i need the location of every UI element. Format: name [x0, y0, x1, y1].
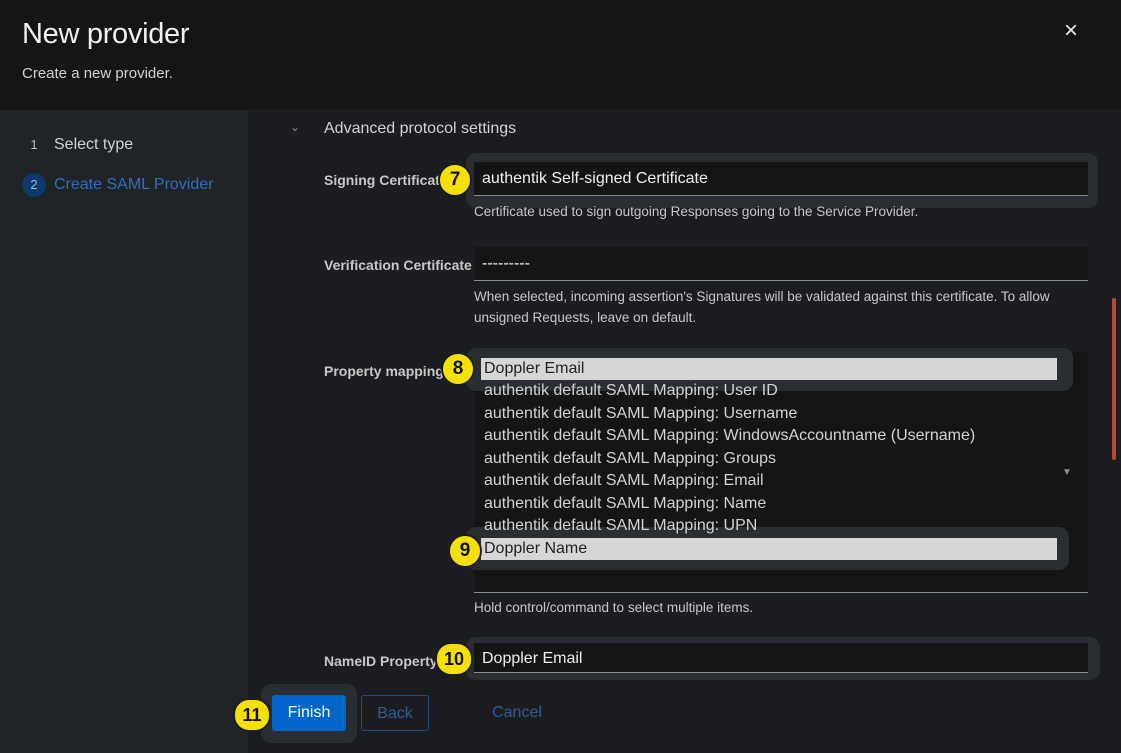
modal-title: New provider	[22, 18, 190, 50]
option-name[interactable]: authentik default SAML Mapping: Name	[484, 495, 766, 513]
nameid-property-label: NameID Property	[324, 653, 438, 669]
option-doppler-name[interactable]: Doppler Name	[481, 538, 1057, 560]
verification-certificate-helper: When selected, incoming assertion's Sign…	[474, 289, 1050, 325]
caret-down-icon: ▼	[1062, 467, 1072, 478]
step-label: Create SAML Provider	[54, 176, 214, 193]
step-label: Select type	[54, 136, 134, 153]
verification-certificate-label: Verification Certificate	[324, 257, 472, 273]
step-number: 1	[30, 137, 38, 152]
close-icon[interactable]: ×	[1058, 18, 1084, 44]
scrollbar[interactable]	[1112, 298, 1116, 460]
back-button[interactable]: Back	[361, 695, 429, 731]
option-doppler-email[interactable]: Doppler Email	[481, 358, 1057, 380]
callout-badge-7: 7	[438, 163, 472, 197]
section-title: Advanced protocol settings	[324, 120, 517, 137]
signing-certificate-helper: Certificate used to sign outgoing Respon…	[474, 204, 919, 219]
callout-badge-11: 11	[233, 698, 271, 732]
cancel-button[interactable]: Cancel	[482, 695, 552, 731]
wizard-step-create-saml-provider[interactable]: 2 Create SAML Provider	[22, 173, 213, 197]
option-username[interactable]: authentik default SAML Mapping: Username	[484, 405, 797, 423]
verification-certificate-select[interactable]: ---------	[474, 247, 1088, 281]
option-upn[interactable]: authentik default SAML Mapping: UPN	[484, 517, 757, 535]
finish-button[interactable]: Finish	[272, 695, 346, 731]
modal-subtitle: Create a new provider.	[22, 65, 173, 82]
wizard-nav	[0, 110, 248, 753]
step-number: 2	[22, 173, 46, 197]
modal-header: New provider Create a new provider. ×	[0, 0, 1121, 110]
callout-badge-10: 10	[435, 642, 473, 676]
option-user-id[interactable]: authentik default SAML Mapping: User ID	[484, 382, 778, 400]
advanced-protocol-settings-toggle[interactable]: ⌄ Advanced protocol settings	[290, 120, 516, 138]
property-mappings-label: Property mappings	[324, 363, 452, 379]
option-groups[interactable]: authentik default SAML Mapping: Groups	[484, 450, 776, 468]
callout-badge-8: 8	[441, 352, 475, 386]
chevron-down-icon: ⌄	[290, 120, 301, 134]
wizard-step-select-type[interactable]: 1 Select type	[22, 133, 133, 157]
property-mappings-helper: Hold control/command to select multiple …	[474, 600, 754, 615]
signing-certificate-select[interactable]: authentik Self-signed Certificate	[474, 162, 1088, 196]
option-email[interactable]: authentik default SAML Mapping: Email	[484, 472, 764, 490]
signing-certificate-label: Signing Certificate	[324, 172, 448, 188]
option-windowsaccountname[interactable]: authentik default SAML Mapping: WindowsA…	[484, 427, 975, 445]
callout-badge-9: 9	[448, 534, 482, 568]
nameid-property-select[interactable]: Doppler Email	[474, 643, 1088, 673]
